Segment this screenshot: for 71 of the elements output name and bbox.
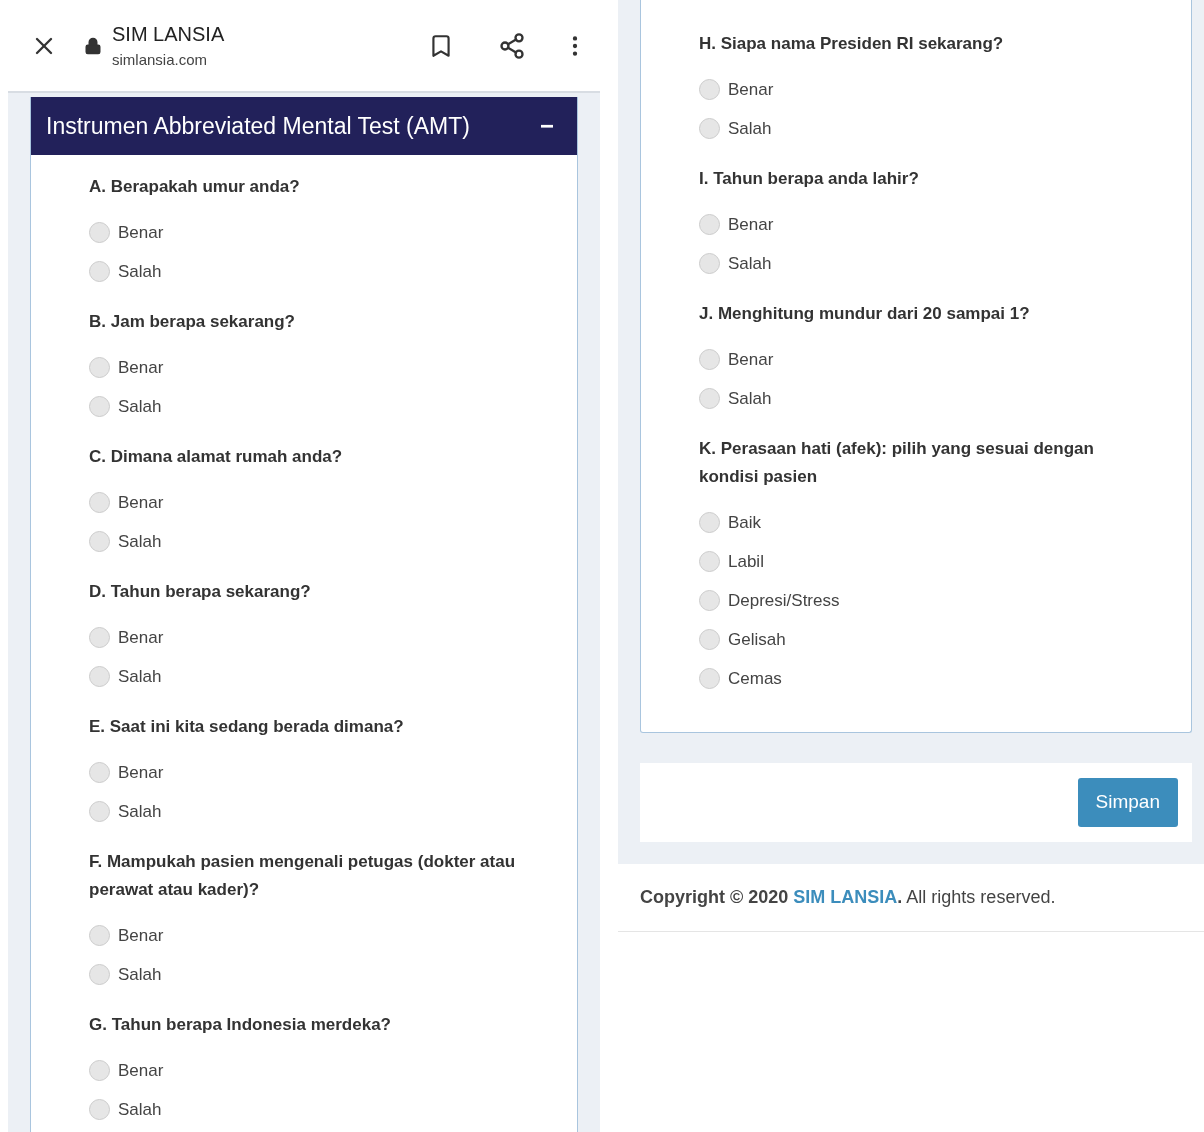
option-label: Labil [728, 550, 764, 573]
option-label: Salah [118, 260, 162, 283]
option-label: Depresi/Stress [728, 589, 840, 612]
radio-button[interactable] [699, 253, 720, 274]
copyright-text: Copyright © 2020 [640, 886, 789, 909]
option-label: Cemas [728, 667, 782, 690]
option-label: Benar [728, 348, 774, 371]
radio-button[interactable] [89, 531, 110, 552]
radio-button[interactable] [699, 668, 720, 689]
question-text: E. Saat ini kita sedang berada dimana? [89, 716, 405, 738]
question-text: B. Jam berapa sekarang? [89, 311, 296, 333]
lock-icon [84, 36, 102, 55]
collapse-button[interactable]: − [540, 108, 562, 144]
question-text: F. Mampukah pasien mengenali petugas (dokter atau perawat atau kader)? [89, 851, 517, 901]
radio-button[interactable] [89, 357, 110, 378]
option-label: Salah [118, 395, 162, 418]
radio-button[interactable] [89, 762, 110, 783]
option-label: Salah [118, 665, 162, 688]
radio-button[interactable] [699, 214, 720, 235]
radio-button[interactable] [699, 512, 720, 533]
question-text: C. Dimana alamat rumah anda? [89, 446, 344, 468]
option-label: Benar [118, 1059, 164, 1082]
share-icon[interactable] [498, 31, 526, 60]
radio-button[interactable] [89, 1060, 110, 1081]
option-label: Salah [118, 800, 162, 823]
page-title: SIM LANSIA [112, 22, 226, 48]
option-label: Baik [728, 511, 762, 534]
option-label: Benar [728, 213, 774, 236]
option-label: Salah [118, 963, 162, 986]
radio-button[interactable] [89, 261, 110, 282]
radio-button[interactable] [699, 629, 720, 650]
radio-button[interactable] [699, 590, 720, 611]
radio-button[interactable] [89, 1099, 110, 1120]
option-label: Benar [118, 221, 164, 244]
option-label: Gelisah [728, 628, 786, 651]
page-url: simlansia.com [112, 50, 209, 71]
option-label: Benar [118, 761, 164, 784]
save-button[interactable]: Simpan [1077, 778, 1178, 827]
question-text: H. Siapa nama Presiden RI sekarang? [699, 33, 1005, 55]
option-label: Salah [728, 252, 772, 275]
question-text: G. Tahun berapa Indonesia merdeka? [89, 1014, 392, 1036]
option-label: Salah [728, 117, 772, 140]
radio-button[interactable] [699, 349, 720, 370]
radio-button[interactable] [89, 964, 110, 985]
option-label: Benar [118, 491, 164, 514]
radio-button[interactable] [89, 222, 110, 243]
site-link[interactable]: SIM LANSIA [793, 884, 898, 911]
radio-button[interactable] [89, 801, 110, 822]
rights-text: . All rights reserved. [897, 886, 1056, 909]
question-text: A. Berapakah umur anda? [89, 176, 301, 198]
option-label: Benar [118, 626, 164, 649]
radio-button[interactable] [699, 79, 720, 100]
option-label: Salah [728, 387, 772, 410]
question-text: J. Menghitung mundur dari 20 sampai 1? [699, 303, 1031, 325]
radio-button[interactable] [89, 492, 110, 513]
radio-button[interactable] [699, 551, 720, 572]
radio-button[interactable] [89, 396, 110, 417]
option-label: Salah [118, 530, 162, 553]
question-text: I. Tahun berapa anda lahir? [699, 168, 920, 190]
option-label: Benar [728, 78, 774, 101]
option-label: Salah [118, 1098, 162, 1121]
radio-button[interactable] [699, 388, 720, 409]
question-text: D. Tahun berapa sekarang? [89, 581, 312, 603]
radio-button[interactable] [89, 666, 110, 687]
option-label: Benar [118, 924, 164, 947]
radio-button[interactable] [89, 627, 110, 648]
question-text: K. Perasaan hati (afek): pilih yang sesuai dengan kondisi pasien [699, 438, 1095, 488]
option-label: Benar [118, 356, 164, 379]
panel-title: Instrumen Abbreviated Mental Test (AMT) [46, 111, 470, 141]
radio-button[interactable] [699, 118, 720, 139]
radio-button[interactable] [89, 925, 110, 946]
